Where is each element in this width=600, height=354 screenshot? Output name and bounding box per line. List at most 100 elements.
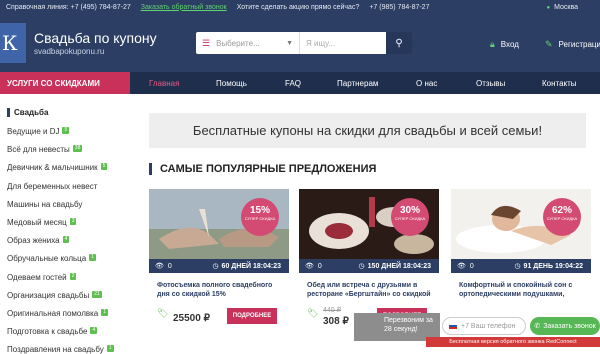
sidebar-item[interactable]: Образ жениха 4: [7, 236, 70, 245]
sidebar-title[interactable]: Свадьба: [7, 108, 48, 117]
phone-input[interactable]: +7 Ваш телефон: [442, 317, 526, 335]
discount-badge: 15% СУПЕР СКИДКА: [241, 198, 279, 236]
menu-icon: ☰: [202, 37, 211, 48]
sidebar-item[interactable]: Ведущие и DJ 5: [7, 127, 70, 136]
promo-text: Хотите сделать акцию прямо сейчас?: [236, 3, 360, 11]
logo[interactable]: К: [0, 23, 26, 63]
sidebar-item-label: Машины на свадьбу: [7, 200, 83, 209]
callback-note: Бесплатная версия обратного звонка RedCo…: [426, 337, 600, 347]
discount-label: СУПЕР СКИДКА: [244, 216, 276, 221]
nav-reviews[interactable]: Отзывы: [476, 72, 505, 94]
details-button[interactable]: ПОДРОБНЕЕ: [227, 308, 277, 324]
top-info-bar: Справочная линия: +7 (495) 784-87-27 Зак…: [0, 0, 600, 14]
offer-price: 25500 ₽: [173, 313, 210, 324]
call-button[interactable]: ✆ Заказать звонок: [530, 317, 600, 335]
search-bar: ☰ Выберите... ▼ Я ищу... ⚲: [196, 32, 412, 54]
discount-badge: 62% СУПЕР СКИДКА: [543, 198, 581, 236]
sidebar-item-label: Обручальные кольца: [7, 254, 87, 263]
edit-icon: ✎: [545, 39, 553, 49]
section-title: САМЫЕ ПОПУЛЯРНЫЕ ПРЕДЛОЖЕНИЯ: [149, 163, 376, 175]
site-domain: svadbapokuponu.ru: [34, 47, 105, 56]
discount-percent: 15%: [249, 205, 270, 216]
sidebar-item-label: Медовый месяц: [7, 218, 67, 227]
search-button[interactable]: ⚲: [386, 32, 412, 54]
offer-stats: 👁︎ 0 ◷ 150 ДНЕЙ 18:04:23: [299, 259, 439, 273]
category-select[interactable]: ☰ Выберите... ▼: [196, 32, 300, 54]
sidebar-item[interactable]: Поздравления на свадьбу 1: [7, 345, 114, 354]
count-badge: 2: [69, 273, 77, 280]
sidebar-item-label: Всё для невесты: [7, 145, 70, 154]
lock-icon: 🔒︎: [490, 39, 495, 49]
discount-percent: 62%: [551, 205, 572, 216]
sidebar-item-label: Одеваем гостей: [7, 273, 67, 282]
offer-image-hands[interactable]: 15% СУПЕР СКИДКА: [149, 189, 289, 259]
sidebar-item[interactable]: Обручальные кольца 1: [7, 254, 96, 263]
views-count: 0: [317, 262, 322, 270]
sidebar-item-label: Для беременных невест: [7, 182, 98, 191]
count-badge: 1: [89, 254, 96, 261]
time-left: 150 ДНЕЙ 18:04:23: [367, 262, 431, 270]
offer-title[interactable]: Фотосъемка полного свадебного дня со ски…: [157, 281, 281, 299]
call-button-label: Заказать звонок: [543, 322, 596, 330]
old-price: 440 ₽: [323, 307, 342, 314]
login-label: Вход: [500, 40, 519, 49]
category-select-value: Выберите...: [216, 38, 260, 48]
discount-badge: 30% СУПЕР СКИДКА: [391, 198, 429, 236]
offer-image-sleep[interactable]: 62% СУПЕР СКИДКА: [451, 189, 591, 259]
sidebar-item-label: Поздравления на свадьбу: [7, 345, 104, 354]
views-count: 0: [469, 262, 474, 270]
callback-link[interactable]: Заказать обратный звонок: [141, 4, 227, 11]
tag-icon: 🏷︎: [307, 308, 319, 318]
hotline-text: Справочная линия: +7 (495) 784-87-27: [6, 3, 131, 11]
offer-image-restaurant[interactable]: 30% СУПЕР СКИДКА: [299, 189, 439, 259]
site-header: К Свадьба по купону svadbapokuponu.ru ☰ …: [0, 14, 600, 72]
login-link[interactable]: 🔒︎ Вход: [490, 39, 519, 50]
offer-stats: 👁︎ 0 ◷ 91 ДЕНЬ 19:04:22: [451, 259, 591, 273]
nav-contacts[interactable]: Контакты: [542, 72, 577, 94]
sidebar-item-label: Девичник & мальчишник: [7, 163, 98, 172]
services-menu-button[interactable]: УСЛУГИ СО СКИДКАМИ: [0, 72, 130, 94]
search-input[interactable]: Я ищу...: [300, 32, 386, 54]
phone-input-placeholder: +7 Ваш телефон: [461, 322, 516, 330]
nav-home[interactable]: Главная: [149, 72, 179, 94]
sidebar-item[interactable]: Всё для невесты 38: [7, 145, 83, 154]
sidebar-item[interactable]: Оригинальная помолвка 1: [7, 309, 109, 318]
offer-title[interactable]: Обед или встреча с друзьями в ресторане …: [307, 281, 431, 299]
count-badge: 21: [92, 291, 102, 298]
sidebar-item-label: Организация свадьбы: [7, 291, 90, 300]
nav-about[interactable]: О нас: [416, 72, 437, 94]
sidebar-item[interactable]: Машины на свадьбу: [7, 200, 82, 209]
phone-icon: ✆: [534, 323, 541, 330]
sidebar-item[interactable]: Организация свадьбы 21: [7, 291, 102, 300]
phone-2: +7 (985) 784-87-27: [369, 3, 430, 11]
site-title[interactable]: Свадьба по купону: [34, 30, 157, 46]
sidebar-item-label: Ведущие и DJ: [7, 127, 60, 136]
time-left: 60 ДНЕЙ 18:04:23: [221, 262, 281, 270]
chevron-down-icon: ▼: [286, 39, 293, 47]
views-count: 0: [167, 262, 172, 270]
callback-widget: Перезвоним за 28 секунд! +7 Ваш телефон …: [354, 311, 600, 349]
sidebar-item[interactable]: Подготовка к свадьбе 4: [7, 327, 98, 336]
sidebar-item[interactable]: Одеваем гостей 2: [7, 273, 77, 282]
count-badge: 5: [62, 127, 70, 134]
count-badge: 3: [69, 218, 77, 225]
offer-card[interactable]: 15% СУПЕР СКИДКА 👁︎ 0 ◷ 60 ДНЕЙ 18:04:23 …: [149, 189, 289, 349]
count-badge: 4: [90, 327, 98, 334]
city-selector[interactable]: Москва: [546, 4, 578, 11]
clock-icon: ◷: [514, 263, 521, 270]
flag-icon: [449, 323, 457, 329]
offer-body: Фотосъемка полного свадебного дня со ски…: [149, 273, 289, 349]
time-left: 91 ДЕНЬ 19:04:22: [523, 262, 583, 270]
nav-partners[interactable]: Партнерам: [337, 72, 378, 94]
sidebar-item-label: Подготовка к свадьбе: [7, 327, 88, 336]
nav-help[interactable]: Помощь: [216, 72, 247, 94]
tag-icon: 🏷︎: [157, 308, 169, 318]
offer-title[interactable]: Комфортный и спокойный сон с ортопедичес…: [459, 281, 583, 299]
sidebar-item[interactable]: Девичник & мальчишник 5: [7, 163, 108, 172]
register-link[interactable]: ✎ Регистрация: [545, 39, 600, 50]
discount-label: СУПЕР СКИДКА: [394, 216, 426, 221]
sidebar-item[interactable]: Медовый месяц 3: [7, 218, 77, 227]
nav-faq[interactable]: FAQ: [285, 72, 301, 94]
discount-label: СУПЕР СКИДКА: [546, 216, 578, 221]
sidebar-item[interactable]: Для беременных невест: [7, 182, 97, 191]
